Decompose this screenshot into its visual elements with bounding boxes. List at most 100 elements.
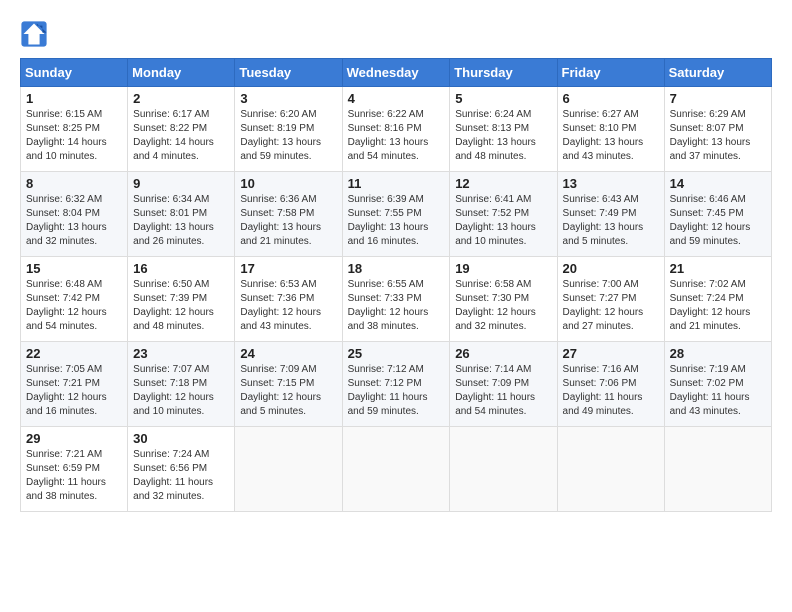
day-number: 28 — [670, 346, 766, 361]
calendar-cell: 9 Sunrise: 6:34 AMSunset: 8:01 PMDaylight… — [128, 172, 235, 257]
day-number: 16 — [133, 261, 229, 276]
calendar-week-row: 15 Sunrise: 6:48 AMSunset: 7:42 PMDayligh… — [21, 257, 772, 342]
calendar-cell: 6 Sunrise: 6:27 AMSunset: 8:10 PMDaylight… — [557, 87, 664, 172]
day-content: Sunrise: 6:48 AMSunset: 7:42 PMDaylight:… — [26, 278, 122, 334]
calendar-cell — [342, 427, 450, 512]
day-number: 30 — [133, 431, 229, 446]
day-content: Sunrise: 6:24 AMSunset: 8:13 PMDaylight:… — [455, 108, 551, 164]
day-number: 19 — [455, 261, 551, 276]
day-number: 21 — [670, 261, 766, 276]
day-number: 8 — [26, 176, 122, 191]
calendar-table: SundayMondayTuesdayWednesdayThursdayFrid… — [20, 58, 772, 512]
calendar-cell: 30 Sunrise: 7:24 AMSunset: 6:56 PMDayligh… — [128, 427, 235, 512]
day-content: Sunrise: 6:39 AMSunset: 7:55 PMDaylight:… — [348, 193, 445, 249]
day-content: Sunrise: 6:41 AMSunset: 7:52 PMDaylight:… — [455, 193, 551, 249]
day-number: 20 — [563, 261, 659, 276]
calendar-cell: 3 Sunrise: 6:20 AMSunset: 8:19 PMDaylight… — [235, 87, 342, 172]
day-content: Sunrise: 7:16 AMSunset: 7:06 PMDaylight:… — [563, 363, 659, 419]
calendar-cell: 18 Sunrise: 6:55 AMSunset: 7:33 PMDayligh… — [342, 257, 450, 342]
day-number: 1 — [26, 91, 122, 106]
day-number: 12 — [455, 176, 551, 191]
day-content: Sunrise: 7:14 AMSunset: 7:09 PMDaylight:… — [455, 363, 551, 419]
calendar-cell: 8 Sunrise: 6:32 AMSunset: 8:04 PMDaylight… — [21, 172, 128, 257]
day-content: Sunrise: 6:53 AMSunset: 7:36 PMDaylight:… — [240, 278, 336, 334]
day-content: Sunrise: 6:15 AMSunset: 8:25 PMDaylight:… — [26, 108, 122, 164]
day-number: 25 — [348, 346, 445, 361]
calendar-week-row: 29 Sunrise: 7:21 AMSunset: 6:59 PMDayligh… — [21, 427, 772, 512]
day-number: 9 — [133, 176, 229, 191]
weekday-header-monday: Monday — [128, 59, 235, 87]
calendar-cell: 20 Sunrise: 7:00 AMSunset: 7:27 PMDayligh… — [557, 257, 664, 342]
day-content: Sunrise: 7:12 AMSunset: 7:12 PMDaylight:… — [348, 363, 445, 419]
logo-icon — [20, 20, 48, 48]
weekday-header-wednesday: Wednesday — [342, 59, 450, 87]
calendar-cell — [664, 427, 771, 512]
calendar-cell: 21 Sunrise: 7:02 AMSunset: 7:24 PMDayligh… — [664, 257, 771, 342]
day-number: 14 — [670, 176, 766, 191]
calendar-cell: 27 Sunrise: 7:16 AMSunset: 7:06 PMDayligh… — [557, 342, 664, 427]
day-content: Sunrise: 7:19 AMSunset: 7:02 PMDaylight:… — [670, 363, 766, 419]
day-number: 5 — [455, 91, 551, 106]
day-number: 18 — [348, 261, 445, 276]
day-content: Sunrise: 7:09 AMSunset: 7:15 PMDaylight:… — [240, 363, 336, 419]
calendar-cell: 29 Sunrise: 7:21 AMSunset: 6:59 PMDayligh… — [21, 427, 128, 512]
calendar-week-row: 1 Sunrise: 6:15 AMSunset: 8:25 PMDaylight… — [21, 87, 772, 172]
calendar-cell: 23 Sunrise: 7:07 AMSunset: 7:18 PMDayligh… — [128, 342, 235, 427]
weekday-header-friday: Friday — [557, 59, 664, 87]
calendar-cell: 12 Sunrise: 6:41 AMSunset: 7:52 PMDayligh… — [450, 172, 557, 257]
day-number: 23 — [133, 346, 229, 361]
day-content: Sunrise: 6:27 AMSunset: 8:10 PMDaylight:… — [563, 108, 659, 164]
calendar-cell: 14 Sunrise: 6:46 AMSunset: 7:45 PMDayligh… — [664, 172, 771, 257]
day-content: Sunrise: 6:34 AMSunset: 8:01 PMDaylight:… — [133, 193, 229, 249]
day-number: 29 — [26, 431, 122, 446]
day-number: 6 — [563, 91, 659, 106]
day-number: 17 — [240, 261, 336, 276]
day-content: Sunrise: 6:32 AMSunset: 8:04 PMDaylight:… — [26, 193, 122, 249]
weekday-header-saturday: Saturday — [664, 59, 771, 87]
calendar-cell: 17 Sunrise: 6:53 AMSunset: 7:36 PMDayligh… — [235, 257, 342, 342]
day-content: Sunrise: 7:02 AMSunset: 7:24 PMDaylight:… — [670, 278, 766, 334]
day-content: Sunrise: 6:55 AMSunset: 7:33 PMDaylight:… — [348, 278, 445, 334]
calendar-cell: 16 Sunrise: 6:50 AMSunset: 7:39 PMDayligh… — [128, 257, 235, 342]
day-content: Sunrise: 6:29 AMSunset: 8:07 PMDaylight:… — [670, 108, 766, 164]
weekday-header-row: SundayMondayTuesdayWednesdayThursdayFrid… — [21, 59, 772, 87]
calendar-cell: 22 Sunrise: 7:05 AMSunset: 7:21 PMDayligh… — [21, 342, 128, 427]
day-number: 3 — [240, 91, 336, 106]
day-number: 10 — [240, 176, 336, 191]
day-number: 24 — [240, 346, 336, 361]
day-number: 11 — [348, 176, 445, 191]
day-number: 27 — [563, 346, 659, 361]
calendar-cell: 5 Sunrise: 6:24 AMSunset: 8:13 PMDaylight… — [450, 87, 557, 172]
day-content: Sunrise: 6:46 AMSunset: 7:45 PMDaylight:… — [670, 193, 766, 249]
day-content: Sunrise: 7:24 AMSunset: 6:56 PMDaylight:… — [133, 448, 229, 504]
calendar-cell: 4 Sunrise: 6:22 AMSunset: 8:16 PMDaylight… — [342, 87, 450, 172]
day-number: 4 — [348, 91, 445, 106]
weekday-header-thursday: Thursday — [450, 59, 557, 87]
day-content: Sunrise: 7:07 AMSunset: 7:18 PMDaylight:… — [133, 363, 229, 419]
day-content: Sunrise: 7:21 AMSunset: 6:59 PMDaylight:… — [26, 448, 122, 504]
day-content: Sunrise: 6:36 AMSunset: 7:58 PMDaylight:… — [240, 193, 336, 249]
day-content: Sunrise: 6:22 AMSunset: 8:16 PMDaylight:… — [348, 108, 445, 164]
weekday-header-sunday: Sunday — [21, 59, 128, 87]
day-number: 15 — [26, 261, 122, 276]
day-content: Sunrise: 7:05 AMSunset: 7:21 PMDaylight:… — [26, 363, 122, 419]
day-content: Sunrise: 6:43 AMSunset: 7:49 PMDaylight:… — [563, 193, 659, 249]
calendar-cell: 26 Sunrise: 7:14 AMSunset: 7:09 PMDayligh… — [450, 342, 557, 427]
calendar-cell: 15 Sunrise: 6:48 AMSunset: 7:42 PMDayligh… — [21, 257, 128, 342]
day-number: 13 — [563, 176, 659, 191]
calendar-cell: 13 Sunrise: 6:43 AMSunset: 7:49 PMDayligh… — [557, 172, 664, 257]
day-number: 7 — [670, 91, 766, 106]
day-content: Sunrise: 6:50 AMSunset: 7:39 PMDaylight:… — [133, 278, 229, 334]
calendar-week-row: 8 Sunrise: 6:32 AMSunset: 8:04 PMDaylight… — [21, 172, 772, 257]
day-number: 2 — [133, 91, 229, 106]
day-content: Sunrise: 6:20 AMSunset: 8:19 PMDaylight:… — [240, 108, 336, 164]
day-number: 22 — [26, 346, 122, 361]
calendar-cell: 10 Sunrise: 6:36 AMSunset: 7:58 PMDayligh… — [235, 172, 342, 257]
calendar-cell — [450, 427, 557, 512]
day-number: 26 — [455, 346, 551, 361]
calendar-cell: 7 Sunrise: 6:29 AMSunset: 8:07 PMDaylight… — [664, 87, 771, 172]
calendar-cell: 19 Sunrise: 6:58 AMSunset: 7:30 PMDayligh… — [450, 257, 557, 342]
weekday-header-tuesday: Tuesday — [235, 59, 342, 87]
day-content: Sunrise: 6:58 AMSunset: 7:30 PMDaylight:… — [455, 278, 551, 334]
day-content: Sunrise: 7:00 AMSunset: 7:27 PMDaylight:… — [563, 278, 659, 334]
